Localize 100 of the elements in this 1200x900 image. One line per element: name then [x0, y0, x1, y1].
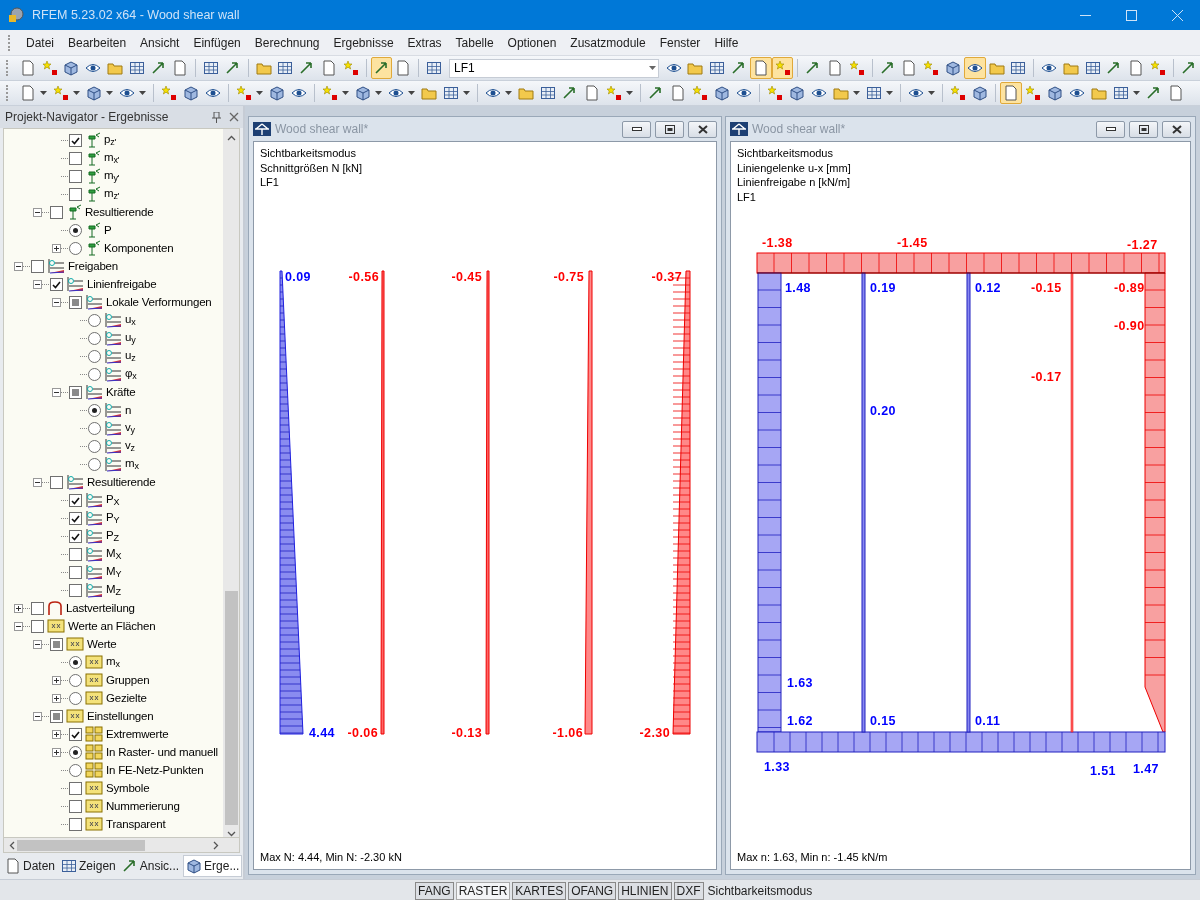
- caret-icon[interactable]: [40, 91, 47, 95]
- menu-item[interactable]: Datei: [19, 33, 61, 52]
- scroll-left-icon[interactable]: [9, 840, 15, 850]
- checkbox[interactable]: [69, 187, 82, 201]
- radio-button[interactable]: [88, 403, 101, 417]
- caret-icon[interactable]: [375, 91, 382, 95]
- radio-button[interactable]: [88, 439, 101, 453]
- tree-item-label[interactable]: In FE-Netz-Punkten: [106, 764, 204, 776]
- checkbox[interactable]: [69, 133, 82, 147]
- collapse-toggle[interactable]: [14, 261, 23, 271]
- tree-item-label[interactable]: Gruppen: [106, 674, 150, 686]
- radio-button[interactable]: [88, 331, 101, 345]
- collapse-toggle[interactable]: [33, 279, 42, 289]
- radio-button[interactable]: [69, 241, 82, 255]
- radio-button[interactable]: [88, 349, 101, 363]
- tree-item-label[interactable]: Resultierende: [85, 206, 154, 218]
- tree-item-label[interactable]: Linienfreigabe: [87, 278, 157, 290]
- menu-item[interactable]: Bearbeiten: [61, 33, 134, 52]
- tree-item-label[interactable]: Kräfte: [106, 386, 136, 398]
- checkbox[interactable]: [69, 169, 82, 183]
- caret-icon[interactable]: [408, 91, 415, 95]
- tree-item-label[interactable]: M$_{X}$: [106, 547, 122, 561]
- radio-button[interactable]: [88, 421, 101, 435]
- radio-button[interactable]: [88, 313, 101, 327]
- scrollbar-thumb[interactable]: [224, 590, 238, 825]
- radio-button[interactable]: [88, 367, 101, 381]
- radio-button[interactable]: [69, 763, 82, 777]
- status-toggle[interactable]: RASTER: [455, 882, 511, 900]
- scrollbar-thumb[interactable]: [17, 839, 145, 851]
- tree-item-label[interactable]: u$_{z}$: [125, 349, 136, 363]
- caret-icon[interactable]: [626, 91, 633, 95]
- tree-item-label[interactable]: u$_{x}$: [125, 313, 136, 327]
- checkbox[interactable]: [31, 601, 44, 615]
- caret-icon[interactable]: [505, 91, 512, 95]
- scrollbar[interactable]: [223, 129, 239, 837]
- expand-toggle[interactable]: [52, 747, 61, 757]
- collapse-toggle[interactable]: [33, 207, 42, 217]
- checkbox[interactable]: [69, 547, 82, 561]
- scroll-down-icon[interactable]: [226, 831, 236, 837]
- toolbar-button[interactable]: [963, 57, 986, 79]
- tree-item-label[interactable]: m$_{y'}$: [104, 169, 120, 183]
- caret-icon[interactable]: [928, 91, 935, 95]
- menu-item[interactable]: Optionen: [500, 33, 564, 52]
- minimize-button[interactable]: [622, 120, 651, 138]
- caret-icon[interactable]: [139, 91, 146, 95]
- checkbox[interactable]: [69, 529, 82, 543]
- tree-item-label[interactable]: Lastverteilung: [66, 602, 135, 614]
- collapse-toggle[interactable]: [33, 711, 42, 721]
- minimize-button[interactable]: [1096, 120, 1125, 138]
- caret-icon[interactable]: [106, 91, 113, 95]
- tree-item-label[interactable]: u$_{y}$: [125, 331, 136, 345]
- tree-item-label[interactable]: P$_{Y}$: [106, 511, 120, 525]
- tree-item-label[interactable]: In Raster- und manuell: [106, 746, 218, 758]
- collapse-toggle[interactable]: [33, 639, 42, 649]
- checkbox[interactable]: [31, 259, 44, 273]
- checkbox[interactable]: [50, 277, 63, 291]
- caret-icon[interactable]: [886, 91, 893, 95]
- tree-item-label[interactable]: P: [104, 224, 112, 236]
- menu-item[interactable]: Tabelle: [448, 33, 501, 52]
- scrollbar[interactable]: [3, 838, 240, 853]
- collapse-toggle[interactable]: [14, 621, 23, 631]
- tree-item-label[interactable]: Transparent: [106, 818, 166, 830]
- restore-button[interactable]: [1129, 120, 1158, 138]
- radio-button[interactable]: [69, 691, 82, 705]
- tree-item-label[interactable]: n: [125, 404, 132, 416]
- tree-item-label[interactable]: Werte: [87, 638, 117, 650]
- restore-button[interactable]: [655, 120, 684, 138]
- menu-item[interactable]: Extras: [400, 33, 449, 52]
- collapse-toggle[interactable]: [52, 297, 61, 307]
- tree-item-label[interactable]: Komponenten: [104, 242, 174, 254]
- tree-item-label[interactable]: Extremwerte: [106, 728, 169, 740]
- tree-item-label[interactable]: P$_{Z}$: [106, 529, 119, 543]
- tree-item-label[interactable]: M$_{Z}$: [106, 583, 121, 597]
- expand-toggle[interactable]: [52, 675, 61, 685]
- pin-icon[interactable]: [212, 111, 221, 123]
- menu-item[interactable]: Fenster: [652, 33, 708, 52]
- tree-item-label[interactable]: Resultierende: [87, 476, 156, 488]
- checkbox[interactable]: [31, 619, 44, 633]
- checkbox[interactable]: [69, 565, 82, 579]
- tree-item-label[interactable]: m$_{x}$: [125, 457, 139, 471]
- expand-toggle[interactable]: [52, 693, 61, 703]
- tree-item-label[interactable]: Gezielte: [106, 692, 147, 704]
- radio-button[interactable]: [69, 745, 82, 759]
- checkbox[interactable]: [69, 817, 82, 831]
- tree-item-label[interactable]: v$_{y}$: [125, 421, 135, 435]
- caret-icon[interactable]: [342, 91, 349, 95]
- tree-item-label[interactable]: v$_{z}$: [125, 439, 135, 453]
- caret-icon[interactable]: [853, 91, 860, 95]
- caret-icon[interactable]: [256, 91, 263, 95]
- panel-tab[interactable]: Daten: [3, 856, 58, 876]
- caret-icon[interactable]: [463, 91, 470, 95]
- checkbox[interactable]: [69, 583, 82, 597]
- tree-item-label[interactable]: Lokale Verformungen: [106, 296, 212, 308]
- checkbox[interactable]: [69, 151, 82, 165]
- scroll-right-icon[interactable]: [213, 840, 219, 850]
- menu-item[interactable]: Einfügen: [186, 33, 248, 52]
- status-toggle[interactable]: DXF: [673, 882, 704, 900]
- toolbar-button[interactable]: [771, 57, 794, 79]
- tree-item-label[interactable]: Werte an Flächen: [68, 620, 156, 632]
- menu-item[interactable]: Zusatzmodule: [563, 33, 653, 52]
